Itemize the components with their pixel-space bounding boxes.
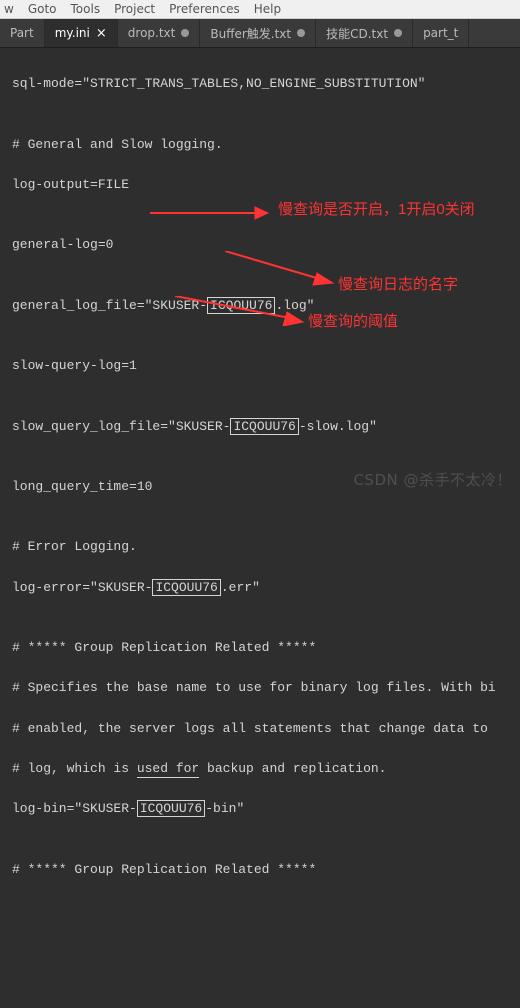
tab-label: Part (10, 26, 34, 40)
annotation-slow-query-enable: 慢查询是否开启，1开启0关闭 (278, 198, 475, 221)
watermark: CSDN @杀手不太冷！ (353, 469, 512, 490)
annotation-long-query-time: 慢查询的阈值 (308, 310, 398, 333)
arrow-icon (150, 203, 270, 223)
arrow-icon (225, 251, 335, 287)
highlight-box: ICQOUU76 (230, 418, 298, 435)
modified-icon (297, 29, 305, 37)
code-line: # General and Slow logging. (12, 135, 520, 155)
modified-icon (181, 29, 189, 37)
tab-label: 技能CD.txt (326, 25, 388, 42)
menu-tools[interactable]: Tools (71, 2, 101, 16)
menu-goto[interactable]: Goto (28, 2, 57, 16)
tab-label: drop.txt (128, 26, 176, 40)
tab-label: my.ini (55, 26, 90, 40)
code-line: log-bin="SKUSER-ICQOUU76-bin" (12, 799, 520, 819)
code-line: sql-mode="STRICT_TRANS_TABLES,NO_ENGINE_… (12, 74, 520, 94)
tab-part[interactable]: Part (0, 19, 45, 47)
tab-buffer[interactable]: Buffer触发.txt (200, 19, 316, 47)
tabbar: Part my.ini × drop.txt Buffer触发.txt 技能CD.… (0, 19, 520, 48)
tab-drop[interactable]: drop.txt (118, 19, 201, 47)
code-line: slow_query_log_file="SKUSER-ICQOUU76-slo… (12, 417, 520, 437)
code-line: log-output=FILE (12, 175, 520, 195)
tab-skill[interactable]: 技能CD.txt (316, 19, 413, 47)
highlight-box: ICQOUU76 (152, 579, 220, 596)
code-line: # ***** Group Replication Related ***** (12, 860, 520, 880)
tab-part2[interactable]: part_t (413, 19, 469, 47)
menu-help[interactable]: Help (254, 2, 281, 16)
tab-label: Buffer触发.txt (210, 25, 291, 42)
close-icon[interactable]: × (96, 26, 107, 41)
underline: used for (137, 761, 199, 778)
code-line: # log, which is used for backup and repl… (12, 759, 520, 779)
modified-icon (394, 29, 402, 37)
menu-project[interactable]: Project (114, 2, 155, 16)
menu-view[interactable]: w (4, 2, 14, 16)
code-line: slow-query-log=1 (12, 356, 520, 376)
code-line: # Error Logging. (12, 537, 520, 557)
highlight-box: ICQOUU76 (137, 800, 205, 817)
code-line: # enabled, the server logs all statement… (12, 719, 520, 739)
menubar: w Goto Tools Project Preferences Help (0, 0, 520, 19)
arrow-icon (175, 296, 305, 326)
menu-preferences[interactable]: Preferences (169, 2, 240, 16)
tab-label: part_t (423, 26, 458, 40)
code-line: log-error="SKUSER-ICQOUU76.err" (12, 578, 520, 598)
tab-my-ini[interactable]: my.ini × (45, 19, 118, 47)
annotation-slow-log-name: 慢查询日志的名字 (338, 273, 458, 296)
editor[interactable]: sql-mode="STRICT_TRANS_TABLES,NO_ENGINE_… (0, 48, 520, 1008)
code-line: # ***** Group Replication Related ***** (12, 638, 520, 658)
code-line: # Specifies the base name to use for bin… (12, 678, 520, 698)
